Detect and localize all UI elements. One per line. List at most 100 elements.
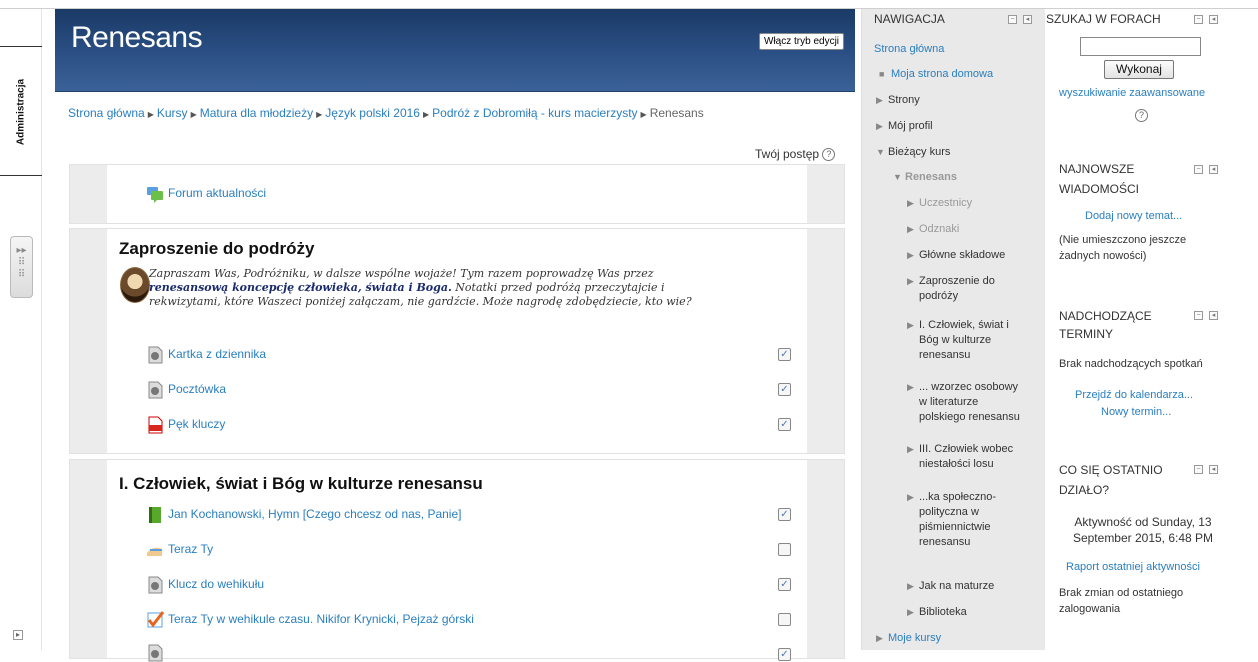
breadcrumb-parent-course[interactable]: Podróż z Dobromiłą - kurs macierzysty xyxy=(432,106,637,120)
dock-block-icon[interactable]: ◂ xyxy=(1209,15,1218,24)
add-topic-link[interactable]: Dodaj nowy temat... xyxy=(1085,208,1182,224)
nav-pages[interactable]: ▶ Strony xyxy=(876,93,920,108)
nav-section-item[interactable]: ▶ Główne składowe xyxy=(907,248,1005,263)
author-portrait-image xyxy=(120,267,150,303)
nav-label: renesansu xyxy=(919,349,971,361)
section-summary: Zapraszam Was, Podróżniku, w dalsze wspó… xyxy=(149,267,774,309)
nav-label: Bieżący kurs xyxy=(888,146,951,158)
completion-checkbox[interactable]: ✓ xyxy=(778,383,791,396)
bullet-icon: ■ xyxy=(879,69,885,79)
nav-label: Strony xyxy=(888,94,920,106)
activity-forum[interactable]: Forum aktualności xyxy=(146,185,266,203)
forum-search-input[interactable] xyxy=(1080,37,1201,56)
dock-tab-administration[interactable]: Administracja xyxy=(0,46,42,176)
dock-block-icon[interactable]: ◂ xyxy=(1209,311,1218,320)
collapse-icon[interactable]: − xyxy=(1194,465,1203,474)
collapse-icon[interactable]: − xyxy=(1008,15,1017,24)
dock-block-icon[interactable]: ◂ xyxy=(1209,465,1218,474)
nav-home[interactable]: Strona główna xyxy=(874,42,944,57)
nav-section-item[interactable]: ▶ I. Człowiek, świat i Bóg w kulturze renes… xyxy=(907,318,1009,363)
activity-teraz-ty[interactable]: Teraz Ty xyxy=(146,541,213,559)
activity-pek-kluczy[interactable]: Pęk kluczy xyxy=(146,416,225,434)
expand-arrow-icon: ▶ xyxy=(907,276,914,286)
activity-next-partial[interactable] xyxy=(146,644,168,662)
nav-section-item[interactable]: ▶ ...ka społeczno-polityczna w piśmiennict… xyxy=(907,490,996,550)
breadcrumb-courses[interactable]: Kursy xyxy=(157,106,188,120)
section-left-gutter xyxy=(70,165,107,223)
section-left-gutter xyxy=(70,460,107,658)
edit-mode-button[interactable]: Włącz tryb edycji xyxy=(759,33,845,50)
expand-arrow-icon: ▶ xyxy=(907,607,914,617)
calendar-link[interactable]: Przejdź do kalendarza... xyxy=(1075,387,1193,403)
completion-checkbox[interactable]: ✓ xyxy=(778,613,791,626)
completion-checkbox[interactable]: ✓ xyxy=(778,348,791,361)
breadcrumb-separator-icon: ▶ xyxy=(640,110,647,119)
progress-label-row: Twój postęp ? xyxy=(755,147,836,162)
forum-search-button[interactable]: Wykonaj xyxy=(1104,60,1174,79)
breadcrumb-subcategory[interactable]: Język polski 2016 xyxy=(325,106,420,120)
activity-label[interactable]: Kartka z dziennika xyxy=(168,347,266,361)
nav-section-item[interactable]: ▶ Zaproszenie do podróży xyxy=(907,274,995,304)
activity-label[interactable]: Teraz Ty xyxy=(168,542,213,556)
activity-klucz[interactable]: Klucz do wehikułu xyxy=(146,576,264,594)
nav-section-item[interactable]: ▶ Jak na maturze xyxy=(907,579,994,594)
activity-label[interactable]: Pocztówka xyxy=(168,382,226,396)
dock-expand-handle[interactable]: ▸▸ ⠿ ⠿ xyxy=(10,236,33,298)
nav-label: piśmiennictwie xyxy=(919,521,991,533)
nav-label: Biblioteka xyxy=(919,606,967,618)
nav-label: polityczna w xyxy=(919,506,979,518)
news-title: Najnowsze wiadomości xyxy=(1059,159,1139,199)
completion-checkbox[interactable]: ✓ xyxy=(778,418,791,431)
nav-badges[interactable]: ▶ Odznaki xyxy=(907,222,959,237)
activity-report-link[interactable]: Raport ostatniej aktywności xyxy=(1066,559,1200,575)
activity-label[interactable]: Klucz do wehikułu xyxy=(168,577,264,591)
activity-label[interactable]: Pęk kluczy xyxy=(168,417,225,431)
collapse-icon[interactable]: − xyxy=(1194,311,1203,320)
nav-label: Odznaki xyxy=(919,223,960,235)
section-general: Forum aktualności xyxy=(69,164,845,224)
section-right-gutter xyxy=(807,229,844,453)
nav-label: ... wzorzec osobowy xyxy=(919,381,1019,393)
recent-title-line: Co się ostatnio xyxy=(1059,463,1163,477)
dock-block-icon[interactable]: ◂ xyxy=(1209,165,1218,174)
nav-label: Uczestnicy xyxy=(919,197,973,209)
events-title: Nadchodzące terminy xyxy=(1059,307,1152,343)
breadcrumb: Strona główna ▶ Kursy ▶ Matura dla młodzieży… xyxy=(68,106,704,120)
nav-section-item[interactable]: ▶ ... wzorzec osobowy w literaturze polskie… xyxy=(907,380,1020,425)
activity-kartka[interactable]: Kartka z dziennika xyxy=(146,346,266,364)
nav-section-item[interactable]: ▶ III. Człowiek wobec niestałości losu xyxy=(907,442,1013,472)
nav-course-renesans[interactable]: ▼ Renesans xyxy=(893,170,957,185)
new-event-link[interactable]: Nowy termin... xyxy=(1101,404,1171,420)
expand-arrow-icon: ▶ xyxy=(907,224,914,234)
collapse-icon[interactable]: − xyxy=(1194,165,1203,174)
activity-wehikul[interactable]: Teraz Ty w wehikule czasu. Nikifor Kryni… xyxy=(146,611,474,629)
breadcrumb-category[interactable]: Matura dla młodzieży xyxy=(200,106,313,120)
activity-pocztowka[interactable]: Pocztówka xyxy=(146,381,226,399)
completion-checkbox[interactable]: ✓ xyxy=(778,543,791,556)
breadcrumb-separator-icon: ▶ xyxy=(147,110,154,119)
nav-section-item[interactable]: ▶ Biblioteka xyxy=(907,605,967,620)
help-icon[interactable]: ? xyxy=(1135,109,1148,122)
nav-my-home[interactable]: ■ Moja strona domowa xyxy=(879,67,993,82)
completion-checkbox[interactable]: ✓ xyxy=(778,508,791,521)
nav-current-course[interactable]: ▼ Bieżący kurs xyxy=(876,145,950,160)
activity-label[interactable]: Teraz Ty w wehikule czasu. Nikifor Kryni… xyxy=(168,612,474,626)
nav-participants[interactable]: ▶ Uczestnicy xyxy=(907,196,972,211)
nav-my-courses[interactable]: ▶ Moje kursy xyxy=(876,631,941,646)
file-icon xyxy=(148,381,163,399)
recent-title: Co się ostatnio działo? xyxy=(1059,460,1163,500)
left-dock: Administracja ▸▸ ⠿ ⠿ ▸ xyxy=(0,9,42,650)
collapse-icon[interactable]: − xyxy=(1194,15,1203,24)
expand-arrow-icon: ▶ xyxy=(876,95,883,105)
dock-block-icon[interactable]: ◂ xyxy=(1023,15,1032,24)
activity-hymn[interactable]: Jan Kochanowski, Hymn [Czego chcesz od n… xyxy=(146,506,461,524)
activity-label[interactable]: Jan Kochanowski, Hymn [Czego chcesz od n… xyxy=(168,507,461,521)
help-icon[interactable]: ? xyxy=(822,148,836,162)
activity-label[interactable]: Forum aktualności xyxy=(168,186,266,200)
dock-toggle-icon[interactable]: ▸ xyxy=(13,630,23,640)
nav-label: Zaproszenie do xyxy=(919,275,995,287)
nav-profile[interactable]: ▶ Mój profil xyxy=(876,119,933,134)
completion-checkbox[interactable]: ✓ xyxy=(778,578,791,591)
breadcrumb-home[interactable]: Strona główna xyxy=(68,106,145,120)
advanced-search-link[interactable]: wyszukiwanie zaawansowane xyxy=(1059,85,1205,101)
